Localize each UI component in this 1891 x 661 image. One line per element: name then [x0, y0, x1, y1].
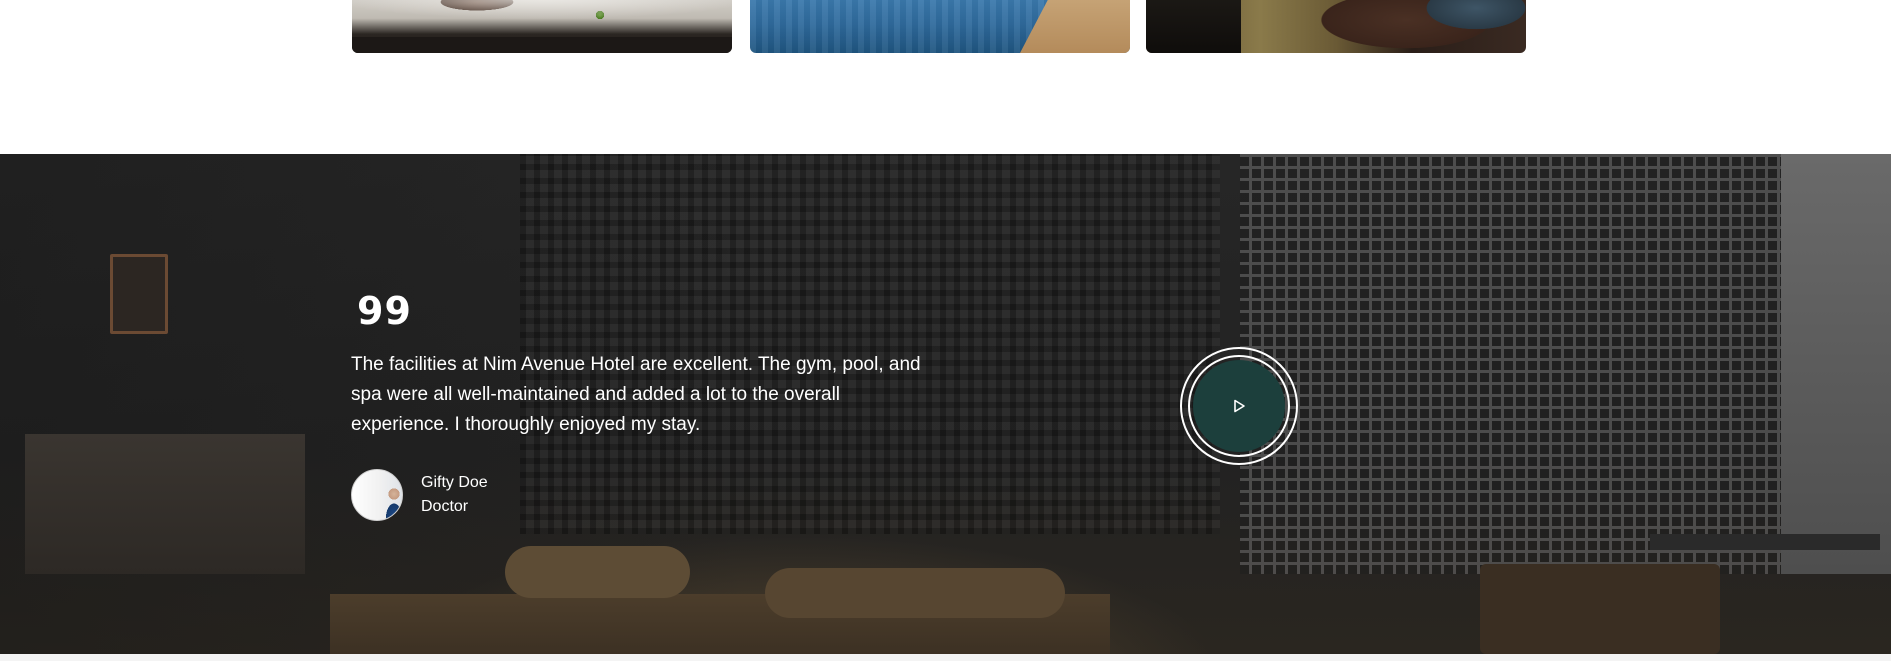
background-window-grid	[1240, 154, 1800, 574]
author-info: Gifty Doe Doctor	[421, 471, 488, 519]
testimonial-section	[0, 154, 1891, 654]
author-name: Gifty Doe	[421, 474, 488, 491]
avatar	[351, 469, 403, 521]
background-table	[1650, 534, 1880, 550]
gallery-strip	[0, 0, 1891, 154]
bottom-strip	[0, 654, 1891, 661]
gallery-card-dining[interactable]	[352, 0, 732, 53]
background-wall-art	[110, 254, 168, 334]
play-video-core	[1193, 360, 1285, 452]
testimonial-author: Gifty Doe Doctor	[351, 469, 488, 521]
page: 99 The facilities at Nim Avenue Hotel ar…	[0, 0, 1891, 661]
quote-mark-icon: 99	[357, 289, 412, 333]
background-pillow	[765, 568, 1065, 618]
gallery-card-lounge[interactable]	[1146, 0, 1526, 53]
background-chair	[1480, 564, 1720, 654]
play-video-button[interactable]	[1180, 347, 1298, 465]
gallery-card-pool[interactable]	[750, 0, 1130, 53]
testimonial-quote: The facilities at Nim Avenue Hotel are e…	[351, 354, 921, 435]
background-right-wall	[1781, 154, 1891, 574]
background-wall-pattern	[520, 154, 1220, 534]
play-video-ring	[1188, 355, 1290, 457]
background-cabinet	[25, 434, 305, 574]
play-icon	[1234, 399, 1245, 413]
background-pillow	[505, 546, 690, 598]
author-role: Doctor	[421, 498, 469, 515]
